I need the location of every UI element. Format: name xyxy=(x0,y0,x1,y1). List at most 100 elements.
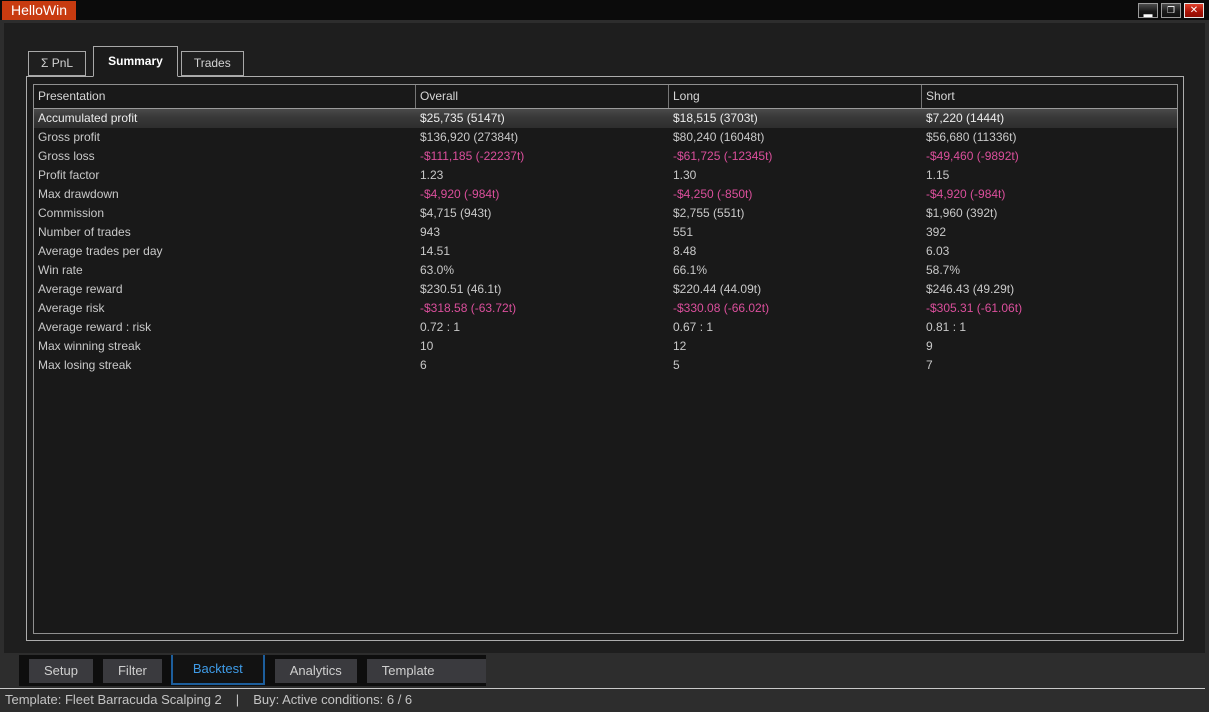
row-label: Max drawdown xyxy=(34,185,416,204)
row-label: Number of trades xyxy=(34,223,416,242)
table-row[interactable]: Average trades per day14.518.486.03 xyxy=(34,242,1177,261)
status-template: Template: Fleet Barracuda Scalping 2 xyxy=(5,692,222,707)
table-header-row: PresentationOverallLongShort xyxy=(34,85,1177,109)
row-value-overall: $136,920 (27384t) xyxy=(416,128,669,147)
row-value-long: 8.48 xyxy=(669,242,922,261)
row-label: Profit factor xyxy=(34,166,416,185)
row-label: Max winning streak xyxy=(34,337,416,356)
row-value-long: -$61,725 (-12345t) xyxy=(669,147,922,166)
row-value-overall: 943 xyxy=(416,223,669,242)
row-value-short: 0.81 : 1 xyxy=(922,318,1177,337)
row-label: Commission xyxy=(34,204,416,223)
row-value-short: -$4,920 (-984t) xyxy=(922,185,1177,204)
row-value-short: 392 xyxy=(922,223,1177,242)
top-tab-strip: Σ PnL SummaryTrades xyxy=(28,46,247,76)
row-value-overall: -$111,185 (-22237t) xyxy=(416,147,669,166)
bottom-tab-strip: Setup Filter Backtest Analytics Template Man… xyxy=(19,655,486,686)
row-value-short: 58.7% xyxy=(922,261,1177,280)
row-value-long: -$4,250 (-850t) xyxy=(669,185,922,204)
row-value-long: 12 xyxy=(669,337,922,356)
table-row[interactable]: Average risk-$318.58 (-63.72t)-$330.08 (… xyxy=(34,299,1177,318)
app-title: HelloWin xyxy=(2,1,76,20)
status-separator: | xyxy=(236,692,239,707)
row-value-overall: 6 xyxy=(416,356,669,375)
summary-table: PresentationOverallLongShort Accumulated… xyxy=(33,84,1178,634)
window-frame-edge xyxy=(1205,20,1209,712)
minimize-button[interactable]: ▬ xyxy=(1138,3,1158,18)
row-value-short: -$49,460 (-9892t) xyxy=(922,147,1177,166)
tab-summary[interactable]: Summary xyxy=(93,46,178,77)
row-label: Max losing streak xyxy=(34,356,416,375)
row-value-overall: 1.23 xyxy=(416,166,669,185)
table-row[interactable]: Number of trades943551392 xyxy=(34,223,1177,242)
row-value-overall: 10 xyxy=(416,337,669,356)
row-value-long: 1.30 xyxy=(669,166,922,185)
table-row[interactable]: Max losing streak657 xyxy=(34,356,1177,375)
table-row[interactable]: Max drawdown-$4,920 (-984t)-$4,250 (-850… xyxy=(34,185,1177,204)
bottom-tab-filter[interactable]: Filter xyxy=(103,659,162,683)
tab--pnl[interactable]: Σ PnL xyxy=(28,51,86,76)
row-label: Win rate xyxy=(34,261,416,280)
row-label: Average reward : risk xyxy=(34,318,416,337)
row-value-short: 9 xyxy=(922,337,1177,356)
column-header-short[interactable]: Short xyxy=(922,85,1177,108)
row-value-long: 0.67 : 1 xyxy=(669,318,922,337)
row-value-short: 6.03 xyxy=(922,242,1177,261)
row-value-short: 1.15 xyxy=(922,166,1177,185)
row-value-overall: $4,715 (943t) xyxy=(416,204,669,223)
title-bar: HelloWin ▬ ❐ ✕ xyxy=(0,0,1209,20)
table-row[interactable]: Gross profit$136,920 (27384t)$80,240 (16… xyxy=(34,128,1177,147)
row-value-long: 551 xyxy=(669,223,922,242)
table-row[interactable]: Profit factor1.231.301.15 xyxy=(34,166,1177,185)
row-value-long: $18,515 (3703t) xyxy=(669,109,922,128)
row-value-overall: $25,735 (5147t) xyxy=(416,109,669,128)
row-value-short: $56,680 (11336t) xyxy=(922,128,1177,147)
window-controls: ▬ ❐ ✕ xyxy=(1138,3,1204,18)
row-label: Accumulated profit xyxy=(34,109,416,128)
table-row[interactable]: Accumulated profit$25,735 (5147t)$18,515… xyxy=(34,109,1177,128)
tab-trades[interactable]: Trades xyxy=(181,51,244,76)
bottom-tab-template-manager[interactable]: Template Manager xyxy=(367,659,486,683)
column-header-long[interactable]: Long xyxy=(669,85,922,108)
table-row[interactable]: Commission$4,715 (943t)$2,755 (551t)$1,9… xyxy=(34,204,1177,223)
row-value-overall: 14.51 xyxy=(416,242,669,261)
close-icon: ✕ xyxy=(1190,5,1198,16)
row-label: Average risk xyxy=(34,299,416,318)
row-value-overall: -$318.58 (-63.72t) xyxy=(416,299,669,318)
row-value-short: $7,220 (1444t) xyxy=(922,109,1177,128)
row-value-short: $246.43 (49.29t) xyxy=(922,280,1177,299)
row-label: Average reward xyxy=(34,280,416,299)
table-body: Accumulated profit$25,735 (5147t)$18,515… xyxy=(34,109,1177,375)
row-value-long: $220.44 (44.09t) xyxy=(669,280,922,299)
row-label: Average trades per day xyxy=(34,242,416,261)
row-value-short: 7 xyxy=(922,356,1177,375)
row-value-short: $1,960 (392t) xyxy=(922,204,1177,223)
table-row[interactable]: Max winning streak10129 xyxy=(34,337,1177,356)
minimize-icon: ▬ xyxy=(1139,8,1157,21)
row-value-short: -$305.31 (-61.06t) xyxy=(922,299,1177,318)
row-label: Gross loss xyxy=(34,147,416,166)
row-value-overall: 63.0% xyxy=(416,261,669,280)
status-bar: Template: Fleet Barracuda Scalping 2 | Buy… xyxy=(0,689,1209,712)
table-row[interactable]: Win rate63.0%66.1%58.7% xyxy=(34,261,1177,280)
row-value-overall: 0.72 : 1 xyxy=(416,318,669,337)
maximize-icon: ❐ xyxy=(1167,5,1175,15)
row-value-overall: $230.51 (46.1t) xyxy=(416,280,669,299)
column-header-overall[interactable]: Overall xyxy=(416,85,669,108)
bottom-tab-setup[interactable]: Setup xyxy=(29,659,93,683)
row-value-overall: -$4,920 (-984t) xyxy=(416,185,669,204)
close-button[interactable]: ✕ xyxy=(1184,3,1204,18)
row-value-long: $80,240 (16048t) xyxy=(669,128,922,147)
maximize-button[interactable]: ❐ xyxy=(1161,3,1181,18)
status-conditions: Buy: Active conditions: 6 / 6 xyxy=(253,692,412,707)
column-header-presentation[interactable]: Presentation xyxy=(34,85,416,108)
row-value-long: -$330.08 (-66.02t) xyxy=(669,299,922,318)
bottom-tab-analytics[interactable]: Analytics xyxy=(275,659,357,683)
table-row[interactable]: Average reward : risk0.72 : 10.67 : 10.8… xyxy=(34,318,1177,337)
bottom-tab-backtest[interactable]: Backtest xyxy=(171,655,265,685)
table-row[interactable]: Average reward$230.51 (46.1t)$220.44 (44… xyxy=(34,280,1177,299)
row-value-long: 66.1% xyxy=(669,261,922,280)
table-row[interactable]: Gross loss-$111,185 (-22237t)-$61,725 (-… xyxy=(34,147,1177,166)
row-value-long: $2,755 (551t) xyxy=(669,204,922,223)
row-label: Gross profit xyxy=(34,128,416,147)
